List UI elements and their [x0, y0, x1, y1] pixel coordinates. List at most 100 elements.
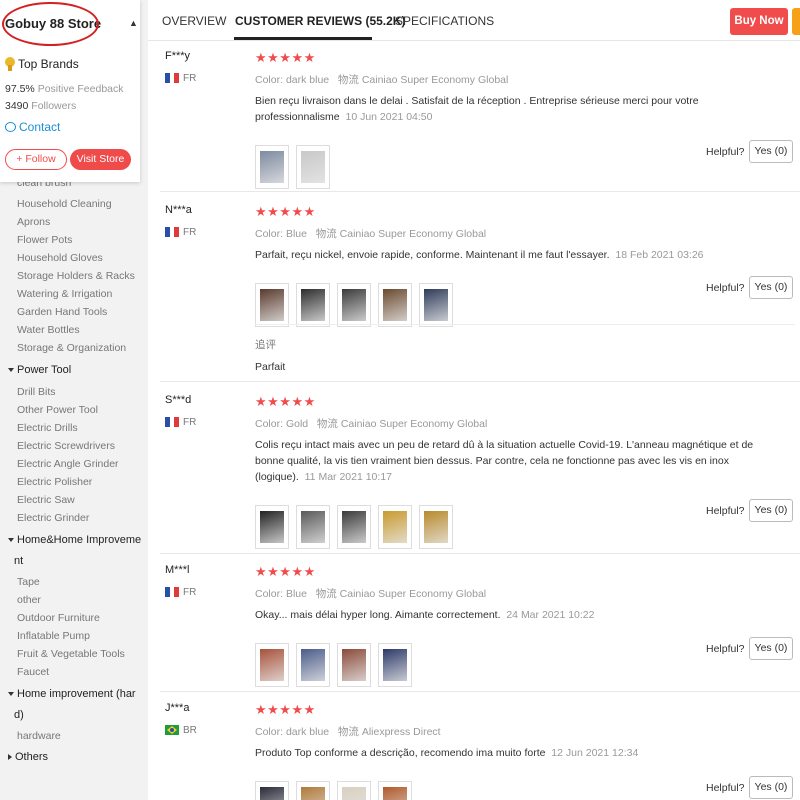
review-photo-thumbnail[interactable]	[296, 505, 330, 549]
helpful-yes-button[interactable]: Yes (0)	[749, 776, 793, 799]
contact-link[interactable]: Contact	[5, 120, 60, 134]
country-code: FR	[183, 73, 197, 84]
category-item[interactable]: Watering & Irrigation	[17, 288, 112, 300]
color-label: Color:	[255, 74, 284, 86]
review-photo-thumbnail[interactable]	[296, 643, 330, 687]
followers-label: Followers	[31, 100, 77, 112]
category-item-hardware[interactable]: hardware	[17, 730, 61, 742]
helpful-yes-button[interactable]: Yes (0)	[749, 140, 793, 163]
logistics-label: 物流	[315, 228, 337, 240]
category-item[interactable]: Electric Grinder	[17, 512, 89, 524]
review-item: F***y FR ★★★★★ Color: dark blue 物流 Cainiao …	[148, 42, 800, 191]
category-item[interactable]: Other Power Tool	[17, 404, 98, 416]
follow-button[interactable]: + Follow	[5, 149, 67, 170]
category-label-wrap[interactable]: nt	[14, 555, 23, 567]
helpful-yes-button[interactable]: Yes (0)	[749, 499, 793, 522]
review-photos	[255, 283, 453, 327]
category-item[interactable]: Electric Polisher	[17, 476, 92, 488]
tab-overview[interactable]: OVERVIEW	[162, 14, 226, 28]
helpful-yes-button[interactable]: Yes (0)	[749, 276, 793, 299]
review-photo-thumbnail[interactable]	[255, 643, 289, 687]
review-photo-thumbnail[interactable]	[378, 283, 412, 327]
category-item[interactable]: other	[17, 594, 41, 606]
review-photo-thumbnail[interactable]	[296, 145, 330, 189]
helpful-label: Helpful?	[706, 282, 745, 294]
helpful-yes-button[interactable]: Yes (0)	[749, 637, 793, 660]
category-item[interactable]: Water Bottles	[17, 324, 80, 336]
review-text: Parfait, reçu nickel, envoie rapide, con…	[255, 247, 770, 263]
review-photo-thumbnail[interactable]	[378, 643, 412, 687]
flag-br-icon	[165, 725, 179, 735]
tab-specifications[interactable]: SPECIFICATIONS	[395, 14, 494, 28]
category-item[interactable]: Household Cleaning	[17, 198, 112, 210]
store-card: Gobuy 88 Store ▲ Top Brands 97.5% Positi…	[0, 0, 140, 182]
category-label: Power Tool	[17, 364, 72, 376]
review-photo-thumbnail[interactable]	[296, 781, 330, 800]
category-item[interactable]: Fruit & Vegetable Tools	[17, 648, 125, 660]
review-photo-thumbnail[interactable]	[337, 283, 371, 327]
visit-store-button[interactable]: Visit Store	[70, 149, 131, 170]
review-photos	[255, 643, 412, 687]
review-photo-thumbnail[interactable]	[337, 505, 371, 549]
review-divider	[160, 381, 800, 382]
color-value: Blue	[285, 228, 307, 240]
review-text: Bien reçu livraison dans le delai . Sati…	[255, 93, 770, 125]
category-item[interactable]: Outdoor Furniture	[17, 612, 100, 624]
category-item[interactable]: Garden Hand Tools	[17, 306, 107, 318]
buy-now-button[interactable]: Buy Now	[730, 8, 788, 35]
review-photo-thumbnail[interactable]	[255, 505, 289, 549]
category-item[interactable]: Aprons	[17, 216, 50, 228]
category-home-improvement[interactable]: Home&Home Improveme	[8, 534, 141, 546]
collapse-triangle-icon	[8, 754, 12, 761]
review-date: 11 Mar 2021 10:17	[304, 471, 392, 483]
caret-up-icon[interactable]: ▲	[129, 18, 138, 28]
review-photo-thumbnail[interactable]	[296, 283, 330, 327]
review-photo-thumbnail[interactable]	[419, 505, 453, 549]
category-item[interactable]: Electric Drills	[17, 422, 78, 434]
category-label-wrap[interactable]: d)	[14, 709, 24, 721]
active-tab-indicator	[234, 37, 372, 40]
review-photo-thumbnail[interactable]	[255, 781, 289, 800]
category-item[interactable]: Tape	[17, 576, 40, 588]
category-item[interactable]: Electric Angle Grinder	[17, 458, 119, 470]
helpful-label: Helpful?	[706, 505, 745, 517]
helpful-label: Helpful?	[706, 782, 745, 794]
category-item[interactable]: Electric Saw	[17, 494, 75, 506]
category-item[interactable]: Inflatable Pump	[17, 630, 90, 642]
category-item[interactable]: Drill Bits	[17, 386, 56, 398]
category-label: Others	[15, 751, 49, 763]
category-item[interactable]: Flower Pots	[17, 234, 72, 246]
category-item[interactable]: Household Gloves	[17, 252, 103, 264]
flag-fr-icon	[165, 587, 180, 597]
review-photo-thumbnail[interactable]	[255, 145, 289, 189]
followup-text: Parfait	[255, 361, 286, 373]
review-photo-thumbnail[interactable]	[255, 283, 289, 327]
review-attributes: Color: Blue 物流 Cainiao Super Economy Glo…	[255, 586, 486, 601]
color-value: Blue	[285, 588, 307, 600]
review-photo-thumbnail[interactable]	[337, 781, 371, 800]
tab-customer-reviews[interactable]: CUSTOMER REVIEWS (55.2K)	[235, 14, 405, 28]
reviewer-name: J***a	[165, 702, 190, 714]
country-code: BR	[183, 725, 197, 736]
review-photo-thumbnail[interactable]	[419, 283, 453, 327]
review-date: 18 Feb 2021 03:26	[615, 249, 704, 261]
category-item[interactable]: Storage Holders & Racks	[17, 270, 135, 282]
category-item[interactable]: Electric Screwdrivers	[17, 440, 115, 452]
color-label: Color:	[255, 228, 284, 240]
reviewer-name: M***l	[165, 564, 190, 576]
category-item[interactable]: Faucet	[17, 666, 49, 678]
add-to-cart-button[interactable]	[792, 8, 800, 35]
category-power-tool[interactable]: Power Tool	[8, 364, 71, 376]
category-others[interactable]: Others	[8, 751, 48, 763]
review-date: 12 Jun 2021 12:34	[551, 747, 639, 759]
contact-label: Contact	[19, 120, 61, 134]
color-label: Color:	[255, 588, 284, 600]
review-photo-thumbnail[interactable]	[378, 505, 412, 549]
review-photo-thumbnail[interactable]	[337, 643, 371, 687]
category-item[interactable]: Storage & Organization	[17, 342, 126, 354]
review-photo-thumbnail[interactable]	[378, 781, 412, 800]
category-home-improvement-hard[interactable]: Home improvement (har	[8, 688, 136, 700]
star-rating: ★★★★★	[255, 204, 316, 219]
expand-triangle-icon	[8, 538, 14, 543]
helpful-label: Helpful?	[706, 146, 745, 158]
